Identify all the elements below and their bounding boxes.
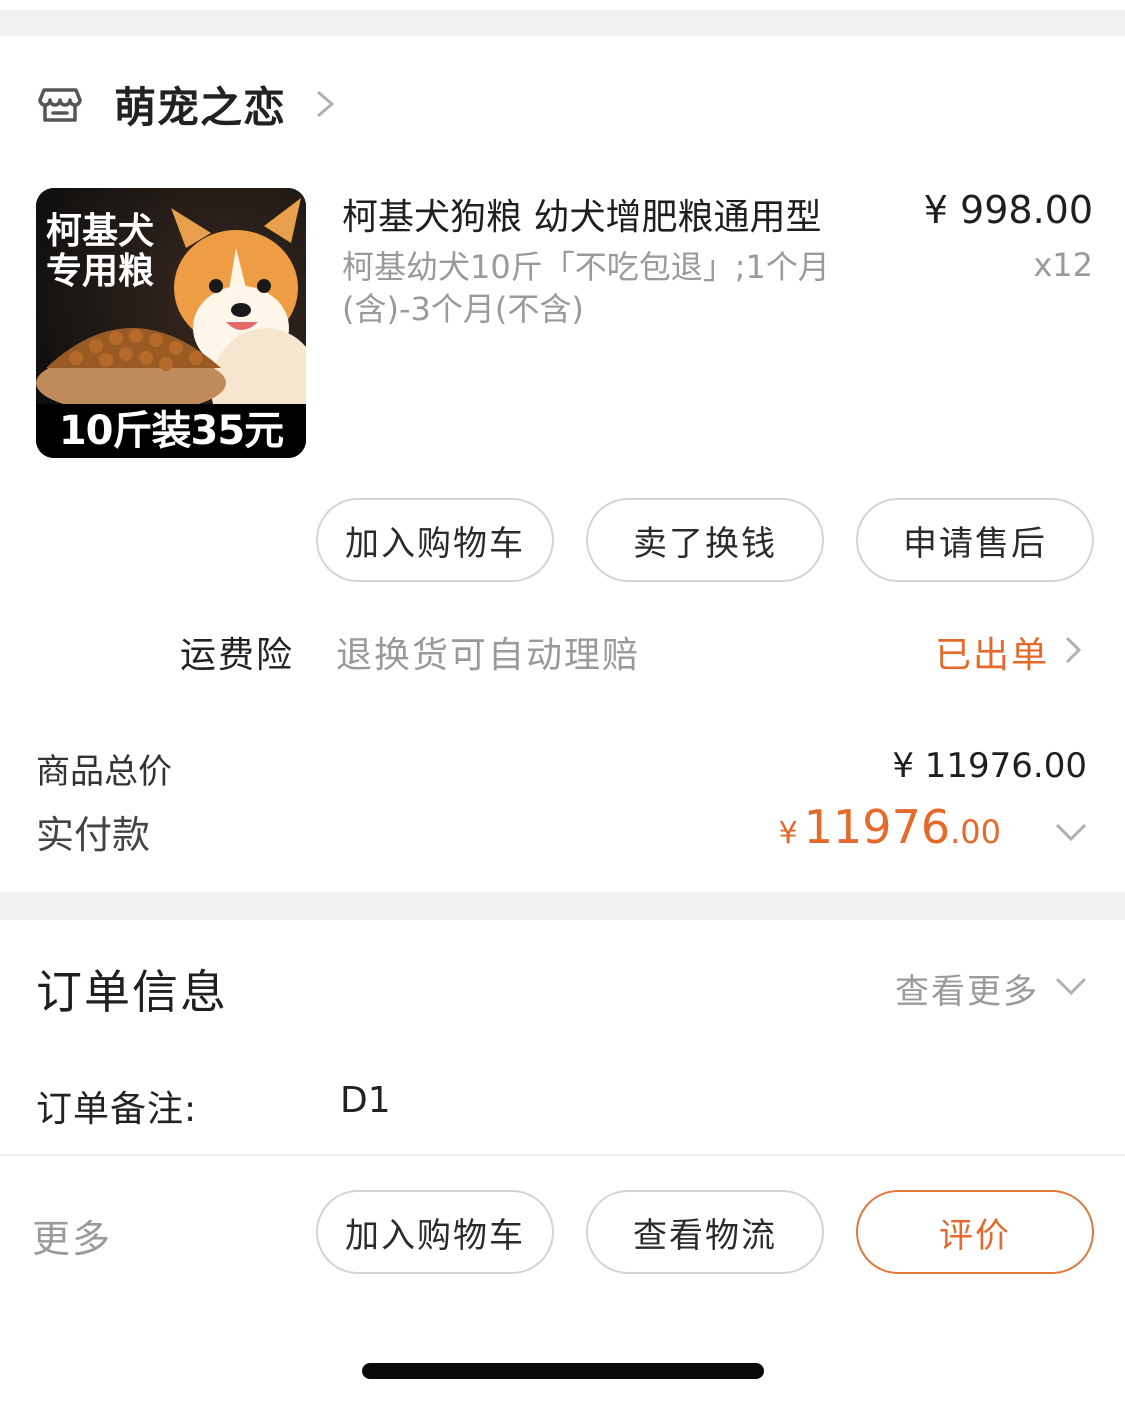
product-image-price-banner: 10斤装35元 <box>36 404 306 458</box>
product-image-caption: 柯基犬 专用粮 <box>46 211 155 292</box>
product-spec: 柯基幼犬10斤「不吃包退」;1个月(含)-3个月(不含) <box>342 248 830 328</box>
resell-button[interactable]: 卖了换钱 <box>586 498 824 582</box>
footer-add-to-cart-button[interactable]: 加入购物车 <box>316 1190 554 1274</box>
product-image[interactable]: 柯基犬 专用粮 10斤装35元 <box>36 188 306 458</box>
chevron-down-icon[interactable] <box>1053 820 1089 844</box>
view-more-link[interactable]: 查看更多 <box>895 964 1039 1013</box>
divider <box>0 1154 1125 1156</box>
view-logistics-button[interactable]: 查看物流 <box>586 1190 824 1274</box>
home-indicator[interactable] <box>362 1363 764 1379</box>
top-separator <box>0 0 1125 36</box>
store-icon <box>38 88 82 122</box>
insurance-description: 退换货可自动理赔 <box>336 635 641 676</box>
shop-header[interactable]: 萌宠之恋 <box>36 76 338 132</box>
review-button[interactable]: 评价 <box>856 1190 1094 1274</box>
currency-symbol: ¥ <box>778 816 798 851</box>
chevron-down-icon[interactable] <box>1053 974 1089 998</box>
order-note-label: 订单备注: <box>36 1089 198 1130</box>
paid-amount-value: ¥ 11976 .00 <box>779 800 1001 854</box>
shop-name: 萌宠之恋 <box>114 82 287 132</box>
order-info-title: 订单信息 <box>36 965 228 1019</box>
add-to-cart-button[interactable]: 加入购物车 <box>316 498 554 582</box>
product-quantity: x12 <box>1033 246 1093 284</box>
shipping-insurance-row[interactable]: 运费险 退换货可自动理赔 已出单 <box>0 626 1125 676</box>
goods-total-value: ¥ 11976.00 <box>892 746 1087 786</box>
chevron-right-icon <box>317 90 335 118</box>
section-separator <box>0 892 1125 920</box>
paid-amount-integer: 11976 <box>803 800 951 854</box>
paid-amount-label: 实付款 <box>36 813 151 857</box>
paid-amount-decimal: .00 <box>950 813 1001 851</box>
after-sales-button[interactable]: 申请售后 <box>856 498 1094 582</box>
order-item-card: 萌宠之恋 柯基犬 专用粮 10斤装35元 柯基犬狗粮 幼犬增肥粮通用型 柯基幼犬… <box>0 36 1125 892</box>
order-note-value: D1 <box>340 1080 391 1121</box>
more-actions-link[interactable]: 更多 <box>32 1208 112 1263</box>
insurance-label: 运费险 <box>180 635 295 676</box>
product-price: ¥ 998.00 <box>923 188 1093 232</box>
insurance-status: 已出单 <box>934 635 1049 676</box>
chevron-right-icon <box>1065 636 1082 664</box>
product-title[interactable]: 柯基犬狗粮 幼犬增肥粮通用型 <box>342 188 882 240</box>
goods-total-label: 商品总价 <box>36 752 172 792</box>
